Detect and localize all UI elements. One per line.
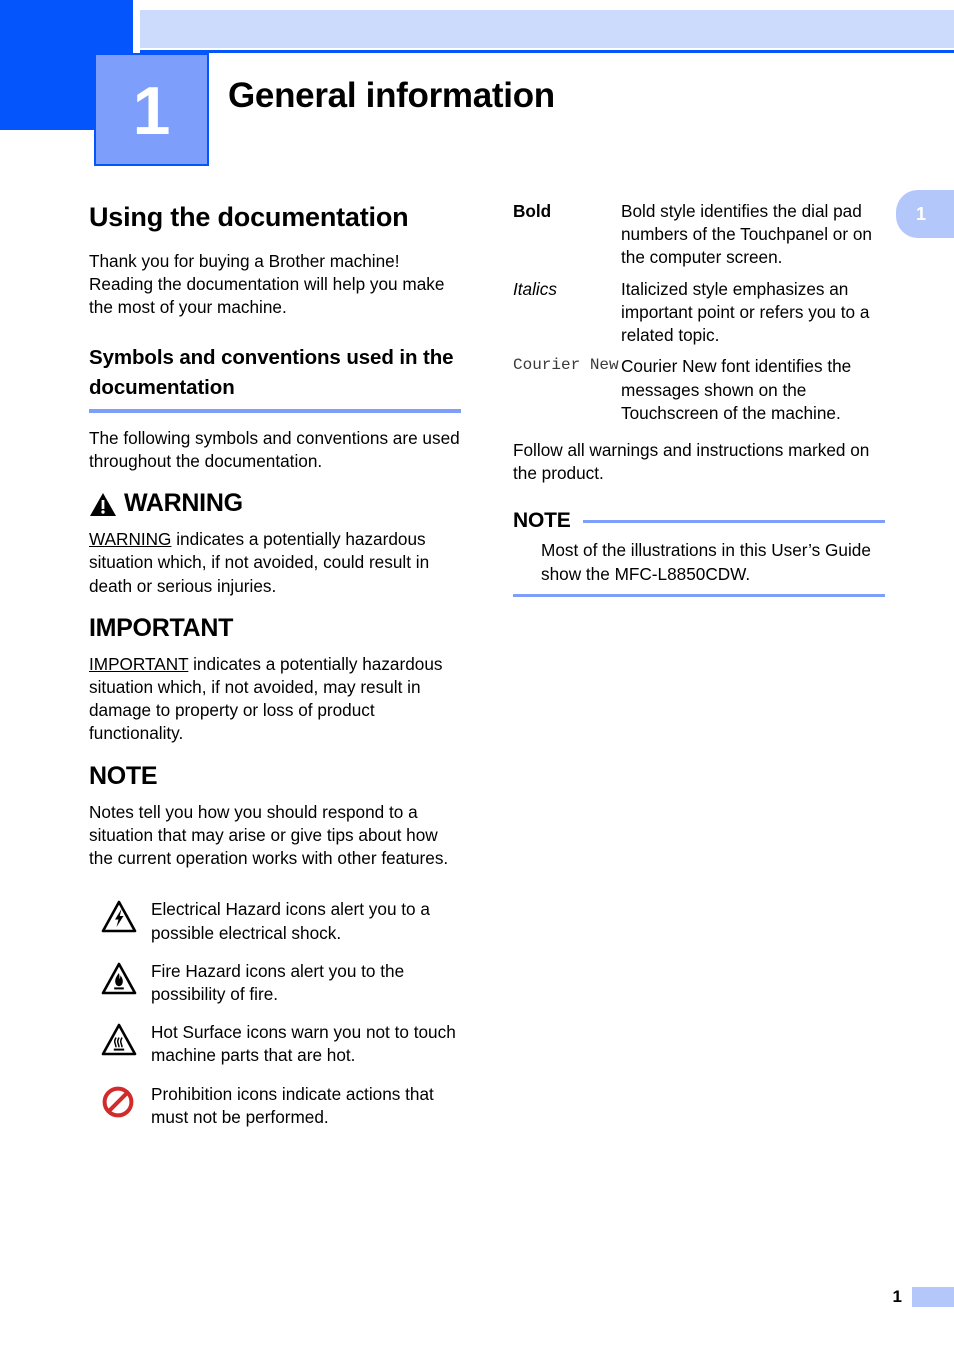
follow-warnings-paragraph: Follow all warnings and instructions mar… (513, 439, 870, 484)
style-description-italics: Italicized style emphasizes an important… (621, 278, 870, 346)
alert-heading-note: NOTE (89, 762, 461, 791)
note-box-label: NOTE (513, 509, 571, 533)
hot-surface-icon (89, 1021, 151, 1056)
alert-heading-important: IMPORTANT (89, 614, 461, 643)
list-item: Hot Surface icons warn you not to touch … (89, 1021, 461, 1067)
table-row: Courier New Courier New font identifies … (513, 355, 885, 425)
alert-label-warning: WARNING (124, 489, 243, 518)
alert-body-warning: WARNING indicates a potentially hazardou… (89, 528, 461, 598)
right-column: Bold Bold style identifies the dial pad … (513, 200, 885, 597)
hazard-icon-text: Fire Hazard icons alert you to the possi… (151, 960, 405, 1004)
alert-body-note: Notes tell you how you should respond to… (89, 801, 449, 869)
style-name-courier-new: Courier New (513, 356, 619, 375)
warning-triangle-icon (90, 492, 116, 516)
intro-paragraph: Thank you for buying a Brother machine! … (89, 250, 445, 318)
alert-lead-word-warning: WARNING (89, 529, 172, 550)
header-light-blue-band (140, 10, 954, 48)
page-footer: 1 (0, 1284, 954, 1310)
chapter-number-box: 1 (94, 53, 209, 166)
left-column: Using the documentation Thank you for bu… (89, 200, 461, 1144)
style-description-bold: Bold style identifies the dial pad numbe… (621, 201, 872, 268)
hazard-icon-list: Electrical Hazard icons alert you to a p… (89, 898, 461, 1129)
alert-lead-word-important: IMPORTANT (89, 653, 189, 674)
list-item: Prohibition icons indicate actions that … (89, 1083, 461, 1129)
list-item: Fire Hazard icons alert you to the possi… (89, 960, 461, 1006)
note-box: NOTE Most of the illustrations in this U… (513, 509, 885, 597)
style-name-italics: Italics (513, 278, 557, 299)
hazard-icon-text: Hot Surface icons warn you not to touch … (151, 1022, 456, 1066)
table-row: Italics Italicized style emphasizes an i… (513, 278, 885, 348)
table-row: Bold Bold style identifies the dial pad … (513, 200, 885, 270)
prohibition-icon (89, 1083, 151, 1119)
chapter-number: 1 (132, 73, 171, 149)
alert-label-important: IMPORTANT (89, 613, 234, 642)
subsection-title-symbols-and-conventions: Symbols and conventions used in the docu… (89, 346, 454, 399)
note-box-header: NOTE (513, 509, 885, 533)
section-title-using-the-documentation: Using the documentation (89, 202, 409, 232)
alert-heading-warning: WARNING (89, 489, 461, 518)
hazard-icon-text: Electrical Hazard icons alert you to a p… (151, 899, 430, 943)
footer-page-number: 1 (892, 1287, 902, 1306)
style-name-bold: Bold (513, 201, 552, 221)
note-box-top-rule (582, 519, 885, 523)
electrical-hazard-icon (89, 898, 151, 933)
chapter-title: General information (228, 76, 555, 115)
style-description-courier-new: Courier New font identifies the messages… (621, 356, 852, 423)
subsection-intro-paragraph: The following symbols and conventions ar… (89, 427, 460, 471)
footer-blue-block (912, 1287, 954, 1307)
header-horizontal-rule (140, 50, 954, 53)
side-page-tab: 1 (896, 190, 954, 238)
style-conventions-table: Bold Bold style identifies the dial pad … (513, 200, 885, 425)
hazard-icon-text: Prohibition icons indicate actions that … (151, 1083, 434, 1127)
alert-label-note: NOTE (89, 761, 158, 790)
subsection-divider (89, 408, 461, 413)
list-item: Electrical Hazard icons alert you to a p… (89, 898, 461, 944)
note-box-bottom-rule (513, 593, 885, 597)
fire-hazard-icon (89, 960, 151, 995)
alert-body-important: IMPORTANT indicates a potentially hazard… (89, 653, 461, 746)
chapter-header: 1 General information (0, 0, 954, 175)
note-box-text: Most of the illustrations in this User’s… (541, 540, 871, 584)
